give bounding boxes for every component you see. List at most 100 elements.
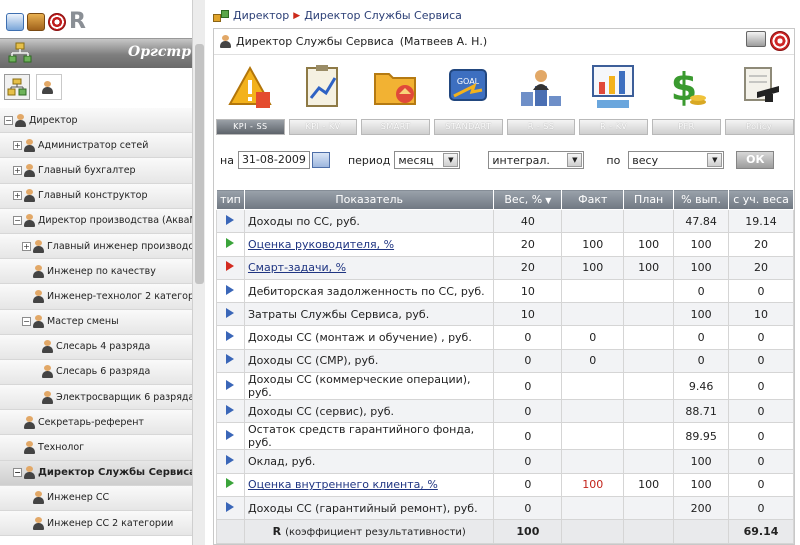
panel-tools xyxy=(746,31,790,51)
col-fact[interactable]: Факт xyxy=(561,189,625,210)
date-input[interactable]: 31-08-2009 xyxy=(237,151,310,169)
tree-item[interactable]: Инженер-технолог 2 категории xyxy=(0,284,192,310)
table-row[interactable]: Доходы СС (СМР), руб. 0 0 0 0 xyxy=(216,348,794,374)
col-type[interactable]: тип xyxy=(216,189,245,210)
table-row[interactable]: Доходы СС (гарантийный ремонт), руб. 0 200… xyxy=(216,495,794,521)
table-row[interactable]: Доходы СС (монтаж и обучение) , руб. 0 0 0 0 xyxy=(216,325,794,350)
table-row[interactable]: Остаток средств гарантийного фонда, руб.… xyxy=(216,422,794,451)
collapse-icon[interactable]: − xyxy=(4,115,13,125)
weight-cell: 40 xyxy=(493,208,563,234)
col-weight[interactable]: Вес, % ▼ xyxy=(493,189,563,210)
person-icon xyxy=(24,214,35,228)
table-row[interactable]: Доходы СС (коммерческие операции), руб. 0… xyxy=(216,372,794,401)
tab-goal-arrows[interactable]: GOAL STANDART xyxy=(432,59,505,141)
tree-item[interactable]: + Администратор сетей xyxy=(0,133,192,159)
table-row[interactable]: Доходы СС (сервис), руб. 0 88.71 0 xyxy=(216,399,794,424)
expand-icon[interactable]: + xyxy=(13,191,22,201)
document-icon[interactable] xyxy=(6,13,24,31)
tree-item[interactable]: Секретарь-референт xyxy=(0,410,192,436)
pct-cell: 100 xyxy=(673,449,730,474)
ok-button[interactable]: ОК xyxy=(736,151,775,169)
col-weighted[interactable]: с уч. веса xyxy=(728,189,794,210)
tab-dollar-coins[interactable]: $ PFR xyxy=(650,59,723,141)
indicator-name: Доходы СС (гарантийный ремонт), руб. xyxy=(247,501,478,515)
green-marker-icon xyxy=(226,478,235,489)
table-row[interactable]: Оценка руководителя, % 20 100 100 100 20 xyxy=(216,232,794,257)
weighted-cell: 0 xyxy=(728,495,794,521)
collapse-icon[interactable]: − xyxy=(13,216,22,226)
tree-item[interactable]: Технолог xyxy=(0,435,192,461)
pct-cell: 89.95 xyxy=(673,422,730,451)
period-select[interactable]: месяц ▼ xyxy=(394,151,461,169)
expand-icon[interactable]: + xyxy=(13,165,22,175)
ranking-podium-icon xyxy=(520,70,561,106)
blue-marker-icon xyxy=(226,455,235,466)
pct-cell: 0 xyxy=(673,278,730,304)
weighted-cell: 0 xyxy=(728,422,794,451)
mode-select[interactable]: интеграл. ▼ xyxy=(488,151,585,169)
tree-item[interactable]: − Директор xyxy=(0,108,192,134)
target-icon[interactable] xyxy=(770,31,790,51)
col-plan[interactable]: План xyxy=(623,189,675,210)
tree-item[interactable]: − Директор производства (АкваМа xyxy=(0,208,192,234)
tree-item[interactable]: Инженер по качеству xyxy=(0,259,192,285)
tab-clipboard-chart[interactable]: KPI - KV xyxy=(287,59,360,141)
collapse-icon[interactable]: − xyxy=(22,317,31,327)
tree-scrollbar[interactable] xyxy=(192,0,205,545)
tree-item[interactable]: + Главный конструктор xyxy=(0,183,192,209)
total-type-cell xyxy=(216,519,245,544)
breadcrumb-root[interactable]: Директор xyxy=(233,9,289,22)
col-indicator[interactable]: Показатель xyxy=(243,189,495,210)
person-icon xyxy=(24,466,35,480)
breadcrumb-current[interactable]: Директор Службы Сервиса xyxy=(304,9,462,22)
tree-item[interactable]: + Главный инженер производств xyxy=(0,233,192,260)
table-row[interactable]: Смарт-задачи, % 20 100 100 100 20 xyxy=(216,255,794,280)
tree-item[interactable]: − Мастер смены xyxy=(0,309,192,335)
indicator-link[interactable]: Оценка руководителя, % xyxy=(248,238,394,251)
report-tabs: KPI - SS KPI - KV SMART GOAL STANDART R - SS R… xyxy=(214,59,796,141)
tab-ranking-podium[interactable]: R - SS xyxy=(505,59,578,141)
tab-label: R - SS xyxy=(506,119,576,135)
folder-icon xyxy=(374,73,417,105)
tree-item[interactable]: Инженер СС xyxy=(0,485,192,511)
tree-item[interactable]: Электросварщик 6 разряда xyxy=(0,385,192,411)
fact-cell xyxy=(561,399,625,424)
tab-chart-podium[interactable]: R - KV xyxy=(577,59,650,141)
scrollbar-thumb[interactable] xyxy=(195,44,204,284)
tree-item[interactable]: Инженер СС 2 категории xyxy=(0,511,192,537)
expand-icon[interactable]: + xyxy=(22,241,31,251)
table-row[interactable]: Оценка внутреннего клиента, % 0 100 100 100 0 xyxy=(216,472,794,497)
tab-warning-chart[interactable]: KPI - SS xyxy=(214,59,287,141)
indicator-cell: Остаток средств гарантийного фонда, руб. xyxy=(243,422,495,451)
indicator-link[interactable]: Оценка внутреннего клиента, % xyxy=(248,478,438,491)
sort-by-select[interactable]: весу ▼ xyxy=(628,151,725,169)
printer-icon[interactable] xyxy=(746,31,766,47)
table-row[interactable]: Доходы по СС, руб. 40 47.84 19.14 xyxy=(216,208,794,234)
tree-item-label: Директор Службы Сервиса xyxy=(38,467,192,479)
pct-cell: 47.84 xyxy=(673,208,730,234)
folder-icon[interactable] xyxy=(27,13,45,31)
tree-item[interactable]: Слесарь 4 разряда xyxy=(0,334,192,360)
person-icon xyxy=(24,415,35,429)
tree-item[interactable]: Слесарь 6 разряда xyxy=(0,359,192,386)
calendar-icon[interactable] xyxy=(311,152,330,168)
table-row[interactable]: Оклад, руб. 0 100 0 xyxy=(216,449,794,474)
breadcrumb: Директор ▶ Директор Службы Сервиса xyxy=(205,0,800,24)
person-icon xyxy=(33,289,44,303)
tree-item[interactable]: + Главный бухгалтер xyxy=(0,158,192,184)
person-view-toggle[interactable] xyxy=(36,74,62,100)
tree-item[interactable]: − Директор Службы Сервиса xyxy=(0,460,192,486)
table-row[interactable]: Дебиторская задолженность по СС, руб. 10 0… xyxy=(216,278,794,304)
collapse-icon[interactable]: − xyxy=(13,468,22,478)
table-row[interactable]: Затраты Службы Сервиса, руб. 10 100 10 xyxy=(216,302,794,327)
indicator-link[interactable]: Смарт-задачи, % xyxy=(248,261,346,274)
col-pct[interactable]: % вып. xyxy=(673,189,730,210)
target-icon[interactable] xyxy=(48,13,66,31)
goal-arrows-icon: GOAL xyxy=(449,69,488,101)
tab-folder[interactable]: SMART xyxy=(359,59,432,141)
expand-icon[interactable]: + xyxy=(13,140,22,150)
table-header-row: тип Показатель Вес, % ▼ Факт План % вып. … xyxy=(216,189,794,210)
r-button[interactable]: R xyxy=(69,11,86,33)
tab-graduation-diploma[interactable]: Policy xyxy=(723,59,796,141)
structure-view-toggle[interactable] xyxy=(4,74,30,100)
